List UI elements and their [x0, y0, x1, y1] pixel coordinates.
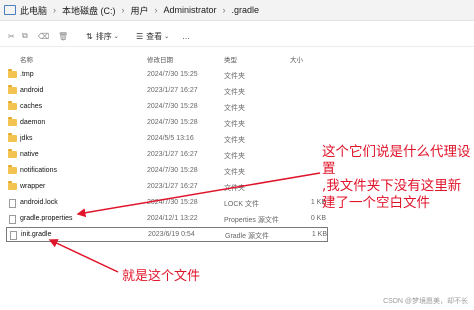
folder-icon [8, 69, 17, 78]
sort-button[interactable]: ⇅ 排序 ⌄ [86, 31, 119, 42]
more-options-button[interactable]: … [182, 32, 190, 41]
column-header-row: 名称 修改日期 类型 大小 [0, 52, 340, 64]
chevron-right-icon: › [53, 5, 57, 15]
computer-icon [4, 5, 16, 15]
folder-icon [8, 101, 17, 110]
address-bar[interactable]: 此电脑 › 本地磁盘 (C:) › 用户 › Administrator › .… [0, 0, 474, 21]
list-item[interactable]: .tmp 2024/7/30 15:25 文件夹 [6, 68, 328, 82]
list-item[interactable]: daemon 2024/7/30 15:28 文件夹 [6, 116, 328, 130]
rename-icon[interactable]: ⌫ [38, 32, 49, 41]
breadcrumb-administrator[interactable]: Administrator [164, 5, 217, 15]
folder-icon [8, 165, 17, 174]
list-item[interactable]: notifications 2024/7/30 15:28 文件夹 [6, 164, 328, 178]
chevron-right-icon: › [121, 5, 125, 15]
folder-icon [8, 117, 17, 126]
file-icon [10, 231, 17, 240]
column-header-date[interactable]: 修改日期 [147, 54, 173, 64]
column-header-type[interactable]: 类型 [224, 54, 237, 64]
list-item[interactable]: jdks 2024/5/5 13:16 文件夹 [6, 132, 328, 146]
list-item[interactable]: gradle.properties 2024/12/1 13:22 Proper… [6, 212, 328, 226]
column-header-name[interactable]: 名称 [20, 54, 33, 64]
watermark: CSDN @梦境愿美，却不长 [383, 298, 468, 305]
list-item[interactable]: android 2023/1/27 16:27 文件夹 [6, 84, 328, 98]
list-item[interactable]: native 2023/1/27 16:27 文件夹 [6, 148, 328, 162]
breadcrumb-gradle[interactable]: .gradle [232, 5, 260, 15]
folder-icon [8, 133, 17, 142]
sort-icon: ⇅ [86, 31, 93, 41]
file-icon [9, 199, 16, 208]
list-item[interactable]: caches 2024/7/30 15:28 文件夹 [6, 100, 328, 114]
column-header-size[interactable]: 大小 [290, 54, 303, 64]
annotation-bottom: 就是这个文件 [122, 269, 201, 284]
copy-icon[interactable]: ⧉ [22, 31, 28, 41]
chevron-down-icon: ⌄ [164, 33, 170, 40]
folder-icon [8, 85, 17, 94]
arrow-to-init-gradle [48, 239, 119, 273]
list-item[interactable]: wrapper 2023/1/27 16:27 文件夹 [6, 180, 328, 194]
annotation-top: 这个它们说是什么代理设置 ,我文件夹下没有这里新 建了一个空白文件 [322, 144, 471, 211]
command-bar: ✂ ⧉ ⌫ 🗑 ⇅ 排序 ⌄ ☰ 查看 ⌄ … [0, 26, 474, 47]
breadcrumb-this-pc[interactable]: 此电脑 [20, 4, 47, 17]
chevron-right-icon: › [222, 5, 226, 15]
chevron-down-icon: ⌄ [113, 33, 119, 40]
list-item-selected[interactable]: init.gradle 2023/6/19 0:54 Gradle 源文件 1 … [6, 227, 328, 242]
breadcrumb-users[interactable]: 用户 [131, 4, 149, 17]
cut-icon[interactable]: ✂ [8, 32, 15, 41]
file-icon [9, 215, 16, 224]
delete-icon[interactable]: 🗑 [58, 32, 68, 41]
breadcrumb-drive-c[interactable]: 本地磁盘 (C:) [62, 4, 116, 17]
folder-icon [8, 149, 17, 158]
chevron-right-icon: › [154, 5, 158, 15]
view-button[interactable]: ☰ 查看 ⌄ [136, 31, 169, 42]
folder-icon [8, 181, 17, 190]
view-icon: ☰ [136, 31, 144, 41]
list-item[interactable]: android.lock 2024/7/30 15:28 LOCK 文件 1 K… [6, 196, 328, 210]
